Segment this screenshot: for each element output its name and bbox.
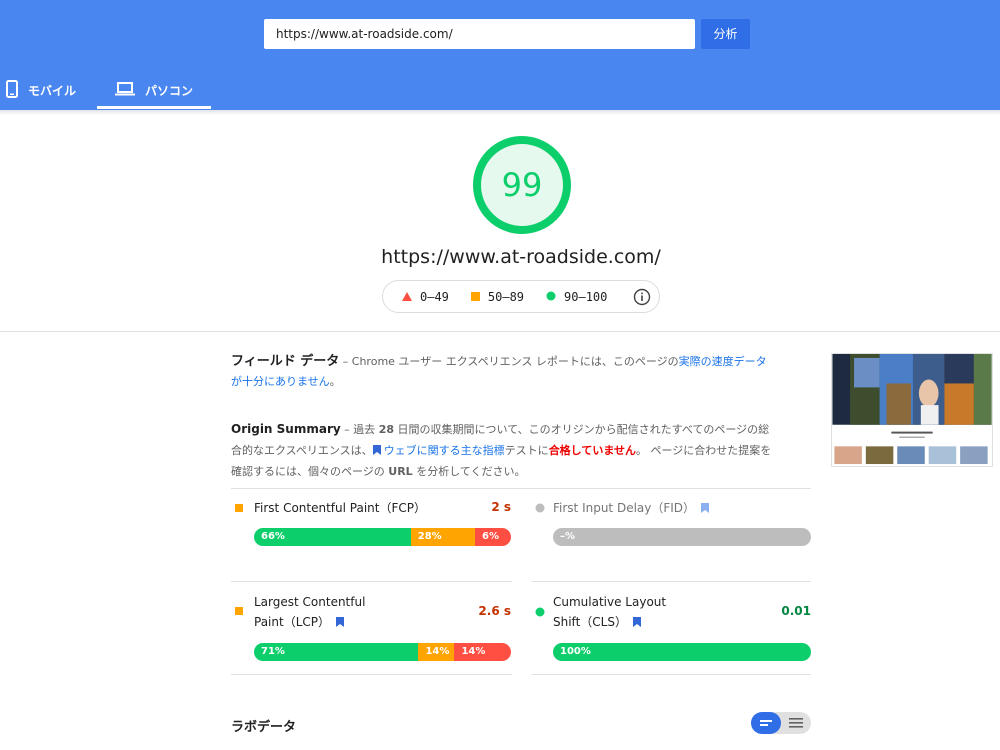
- bookmark-icon[interactable]: [336, 617, 344, 627]
- header-shadow: [0, 110, 1000, 115]
- bookmark-icon[interactable]: [701, 503, 710, 513]
- cls-value: 0.01: [781, 604, 811, 618]
- list-lines-icon[interactable]: [781, 712, 811, 734]
- fid-name: First Input Delay（FID）: [553, 501, 696, 515]
- score-value: 99: [501, 166, 543, 204]
- section-divider: [0, 331, 1000, 332]
- lcp-poor-segment: 14%: [454, 643, 511, 661]
- lcp-good-segment: 71%: [254, 643, 419, 661]
- bookmark-icon: [372, 445, 381, 455]
- lcp-name-line1: Largest Contentful: [254, 595, 366, 609]
- lcp-distribution-bar: 71% 14% 14%: [254, 643, 511, 661]
- legend-poor-label: 0–49: [420, 289, 449, 304]
- origin-days: 28: [378, 423, 394, 436]
- lab-data-title: ラボデータ: [231, 720, 297, 735]
- fcp-poor-segment: 6%: [475, 528, 511, 546]
- phone-icon: [6, 79, 18, 101]
- metrics-mid-divider-right: [532, 581, 811, 582]
- lcp-average-segment: 14%: [418, 643, 455, 661]
- active-tab-indicator: [97, 106, 211, 109]
- fid-name-row: First Input Delay（FID）: [553, 498, 710, 518]
- legend-average: 50–89: [470, 289, 525, 304]
- url-input[interactable]: https://www.at-roadside.com/: [264, 19, 695, 49]
- legend-poor: 0–49: [402, 290, 449, 304]
- page-screenshot-thumbnail: [831, 353, 993, 467]
- tab-mobile-label: モバイル: [28, 83, 77, 98]
- square-icon: [470, 290, 480, 304]
- origin-summary-title: Origin Summary: [231, 422, 341, 436]
- square-icon: [235, 607, 243, 615]
- fcp-name: First Contentful Paint（FCP）: [254, 501, 426, 515]
- legend-good-label: 90–100: [564, 289, 608, 304]
- analyzed-url: https://www.at-roadside.com/: [381, 246, 661, 268]
- square-icon: [235, 504, 243, 512]
- fcp-average-segment: 28%: [410, 528, 476, 546]
- short-lines-icon: [760, 720, 772, 726]
- cls-name: Cumulative Layout Shift（CLS）: [553, 592, 666, 632]
- lcp-name-line2: Paint（LCP）: [254, 615, 330, 629]
- origin-summary-section: Origin Summary – 過去 28 日間の収集期間について、このオリジ…: [231, 419, 776, 482]
- lcp-name: Largest Contentful Paint（LCP）: [254, 592, 365, 632]
- fid-no-data-segment: –%: [553, 528, 811, 546]
- triangle-icon: [402, 290, 412, 304]
- field-data-title: フィールド データ: [231, 354, 340, 369]
- fcp-good-segment: 66%: [254, 528, 411, 546]
- origin-text-1: – 過去: [340, 423, 379, 436]
- info-icon[interactable]: [633, 288, 651, 309]
- metrics-top-divider: [231, 488, 811, 489]
- core-web-vitals-link[interactable]: ウェブに関する主な指標: [372, 444, 505, 457]
- circle-icon: [546, 290, 556, 304]
- bookmark-icon[interactable]: [632, 617, 641, 627]
- metrics-mid-divider-left: [231, 581, 512, 582]
- origin-text-5: を分析してください。: [412, 465, 526, 478]
- field-data-text-end: 。: [329, 375, 341, 388]
- origin-url-word: URL: [388, 465, 413, 478]
- field-data-section: フィールド データ – Chrome ユーザー エクスペリエンス レポートには、…: [231, 352, 771, 392]
- fid-distribution-bar: –%: [553, 528, 811, 546]
- analyze-button[interactable]: 分析: [701, 19, 750, 49]
- origin-fail-status: 合格していません: [548, 444, 637, 457]
- tab-desktop-label: パソコン: [144, 83, 193, 98]
- lcp-value: 2.6 s: [478, 604, 511, 618]
- cls-good-segment: 100%: [553, 643, 811, 661]
- circle-icon: [535, 607, 545, 617]
- cls-name-line1: Cumulative Layout: [553, 595, 667, 609]
- core-web-vitals-link-label: ウェブに関する主な指標: [383, 444, 505, 457]
- legend-average-label: 50–89: [487, 289, 525, 304]
- field-data-text: – Chrome ユーザー エクスペリエンス レポートには、このページの: [339, 355, 679, 368]
- fcp-value: 2 s: [491, 500, 511, 514]
- circle-icon: [535, 503, 545, 513]
- tab-mobile[interactable]: モバイル: [6, 70, 76, 110]
- origin-text-3: テストに: [504, 444, 549, 457]
- compact-view-button[interactable]: [751, 712, 781, 734]
- legend-good: 90–100: [546, 290, 607, 304]
- view-toggle[interactable]: [751, 712, 811, 734]
- laptop-icon: [114, 81, 135, 99]
- cls-distribution-bar: 100%: [553, 643, 811, 661]
- tab-desktop[interactable]: パソコン: [97, 70, 211, 110]
- fcp-distribution-bar: 66% 28% 6%: [254, 528, 511, 546]
- cls-name-line2: Shift（CLS）: [553, 615, 627, 629]
- score-legend: 0–49 50–89 90–100: [382, 280, 660, 313]
- metrics-bottom-divider-left: [231, 674, 512, 675]
- metrics-bottom-divider-right: [532, 674, 811, 675]
